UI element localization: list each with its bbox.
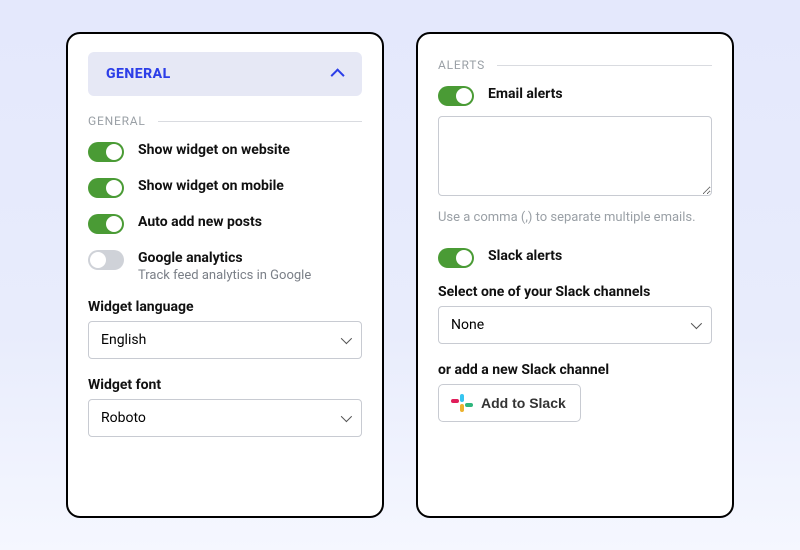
- toggle-row-auto-add-posts: Auto add new posts: [88, 214, 362, 234]
- toggle-auto-add-posts[interactable]: [88, 214, 124, 234]
- email-alerts-input[interactable]: [438, 116, 712, 196]
- general-settings-panel: GENERAL GENERAL Show widget on website S…: [66, 32, 384, 518]
- slack-add-channel-label: or add a new Slack channel: [438, 362, 712, 378]
- toggle-row-show-widget-website: Show widget on website: [88, 142, 362, 162]
- toggle-sublabel: Track feed analytics in Google: [138, 268, 362, 283]
- accordion-header-general[interactable]: GENERAL: [88, 52, 362, 96]
- toggle-label: Email alerts: [488, 86, 712, 102]
- toggle-row-slack-alerts: Slack alerts: [438, 248, 712, 268]
- toggle-label: Google analytics: [138, 250, 362, 266]
- toggle-label: Show widget on website: [138, 142, 362, 158]
- section-legend-general: GENERAL: [88, 114, 362, 128]
- chevron-down-icon: [341, 411, 352, 422]
- section-legend-alerts: ALERTS: [438, 58, 712, 72]
- widget-language-select[interactable]: English: [88, 321, 362, 359]
- add-to-slack-button[interactable]: Add to Slack: [438, 384, 581, 422]
- widget-language-label: Widget language: [88, 299, 362, 315]
- accordion-title: GENERAL: [106, 66, 171, 82]
- toggle-google-analytics[interactable]: [88, 250, 124, 270]
- select-value: English: [101, 332, 146, 348]
- divider: [497, 65, 712, 66]
- email-helper-text: Use a comma (,) to separate multiple ema…: [438, 208, 712, 228]
- slack-icon: [453, 394, 471, 412]
- toggle-show-widget-website[interactable]: [88, 142, 124, 162]
- toggle-show-widget-mobile[interactable]: [88, 178, 124, 198]
- toggle-row-show-widget-mobile: Show widget on mobile: [88, 178, 362, 198]
- toggle-label: Slack alerts: [488, 248, 712, 264]
- toggle-row-email-alerts: Email alerts: [438, 86, 712, 106]
- divider: [158, 121, 362, 122]
- section-label: ALERTS: [438, 58, 485, 72]
- toggle-slack-alerts[interactable]: [438, 248, 474, 268]
- select-value: Roboto: [101, 410, 146, 426]
- toggle-row-google-analytics: Google analytics Track feed analytics in…: [88, 250, 362, 283]
- widget-font-select[interactable]: Roboto: [88, 399, 362, 437]
- slack-channel-select-label: Select one of your Slack channels: [438, 284, 712, 300]
- chevron-up-icon: [331, 68, 345, 82]
- toggle-email-alerts[interactable]: [438, 86, 474, 106]
- toggle-label: Show widget on mobile: [138, 178, 362, 194]
- select-value: None: [451, 317, 484, 333]
- widget-font-label: Widget font: [88, 377, 362, 393]
- slack-channel-select[interactable]: None: [438, 306, 712, 344]
- chevron-down-icon: [341, 333, 352, 344]
- button-label: Add to Slack: [481, 395, 566, 411]
- toggle-label: Auto add new posts: [138, 214, 362, 230]
- section-label: GENERAL: [88, 114, 146, 128]
- chevron-down-icon: [691, 317, 702, 328]
- alerts-settings-panel: ALERTS Email alerts Use a comma (,) to s…: [416, 32, 734, 518]
